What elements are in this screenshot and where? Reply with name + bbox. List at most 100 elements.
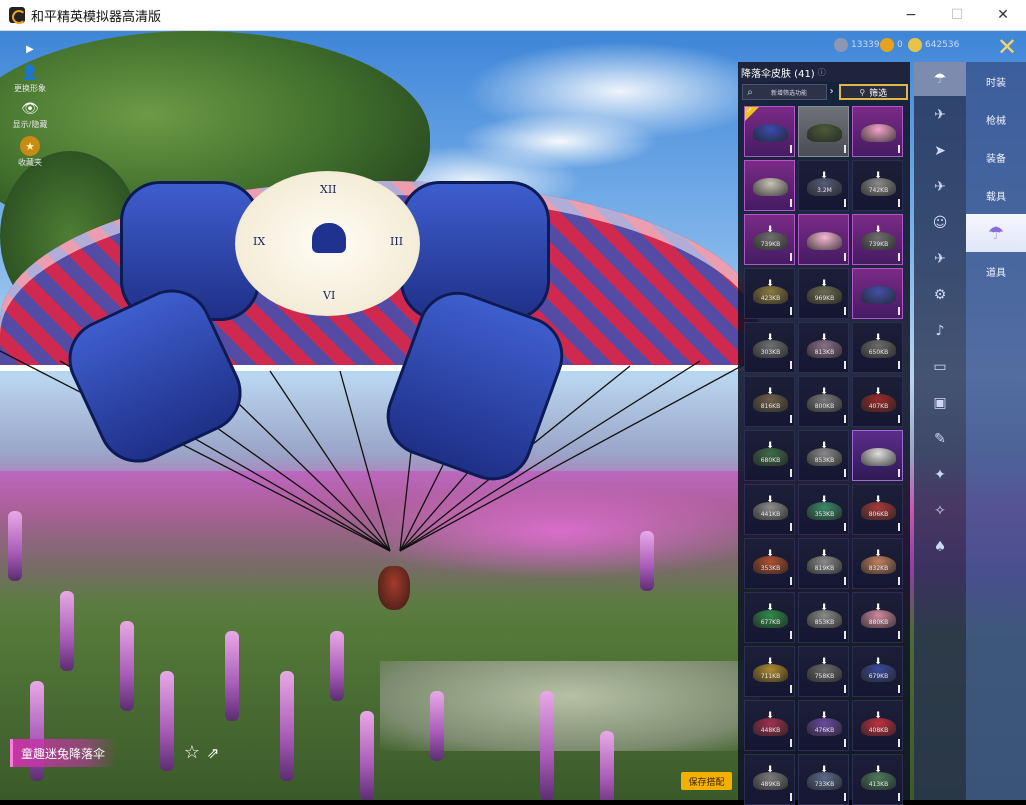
skin-item[interactable]: ⬇ 441KB bbox=[744, 484, 795, 535]
download-size: 650KB bbox=[868, 349, 889, 356]
skin-item[interactable] bbox=[744, 160, 795, 211]
skin-item[interactable]: ⬇ 739KB bbox=[744, 214, 795, 265]
skin-item[interactable]: ⬇ 711KB bbox=[744, 646, 795, 697]
download-icon: ⬇ bbox=[820, 603, 828, 613]
skin-item[interactable]: ⬇ 742KB bbox=[852, 160, 903, 211]
skin-item[interactable]: ⬇ 733KB bbox=[798, 754, 849, 805]
download-size: 407KB bbox=[868, 403, 889, 410]
play-button[interactable]: ▶ bbox=[8, 40, 52, 58]
download-size: 303KB bbox=[760, 349, 781, 356]
rarity-marker bbox=[844, 307, 846, 315]
skin-item[interactable]: ⬇ 800KB bbox=[798, 376, 849, 427]
plane-icon[interactable]: ✈ bbox=[914, 98, 966, 132]
skin-item[interactable]: ⬇ 806KB bbox=[852, 484, 903, 535]
download-icon: ⬇ bbox=[820, 279, 828, 289]
collection-button[interactable]: ★ 收藏夹 bbox=[8, 136, 52, 168]
spray-icon[interactable]: ✎ bbox=[914, 422, 966, 456]
skin-item[interactable]: ⬇ 677KB bbox=[744, 592, 795, 643]
skin-item[interactable] bbox=[798, 106, 849, 157]
info-icon[interactable]: ⓘ bbox=[818, 67, 826, 78]
filter-button[interactable]: ⚲ 筛选 bbox=[838, 84, 909, 100]
skin-item[interactable] bbox=[852, 106, 903, 157]
rarity-marker bbox=[790, 199, 792, 207]
skin-item[interactable]: ⬇ 448KB bbox=[744, 700, 795, 751]
jet-icon[interactable]: ➤ bbox=[914, 134, 966, 168]
download-icon: ⬇ bbox=[820, 549, 828, 559]
skin-item[interactable]: ⬇ 353KB bbox=[744, 538, 795, 589]
skin-item[interactable]: ⬇ 3.2M bbox=[798, 160, 849, 211]
chevron-right-icon[interactable]: › bbox=[827, 84, 837, 100]
download-icon: ⬇ bbox=[874, 333, 882, 343]
maximize-button[interactable]: ☐ bbox=[934, 0, 980, 30]
magic-icon[interactable]: ✧ bbox=[914, 494, 966, 528]
skin-item[interactable]: ⬇ 819KB bbox=[798, 538, 849, 589]
rarity-marker bbox=[898, 415, 900, 423]
hat-icon[interactable]: ♠ bbox=[914, 530, 966, 564]
monitor-icon[interactable]: ▭ bbox=[914, 350, 966, 384]
play-icon: ▶ bbox=[26, 43, 34, 55]
skin-item[interactable]: ⬇ 423KB bbox=[744, 268, 795, 319]
heart-bunny-icon bbox=[312, 223, 346, 253]
search-input[interactable]: ⌕ 新增筛选功能 bbox=[742, 84, 827, 100]
skin-item[interactable]: ⬇ 303KB bbox=[744, 322, 795, 373]
minimize-button[interactable]: − bbox=[888, 0, 934, 30]
skin-item[interactable] bbox=[852, 430, 903, 481]
skin-item[interactable]: ⬇ 969KB bbox=[798, 268, 849, 319]
skin-item[interactable] bbox=[744, 106, 795, 157]
parachute-thumbnail bbox=[753, 178, 788, 196]
change-appearance-button[interactable]: 👤 更换形象 bbox=[8, 64, 52, 94]
close-wardrobe-button[interactable]: ✕ bbox=[992, 34, 1022, 60]
download-size: 476KB bbox=[814, 727, 835, 734]
tab-1[interactable]: 枪械 bbox=[966, 100, 1026, 138]
image-icon[interactable]: ▣ bbox=[914, 386, 966, 420]
skin-item[interactable]: ⬇ 353KB bbox=[798, 484, 849, 535]
skin-item[interactable]: ⬇ 739KB bbox=[852, 214, 903, 265]
show-hide-button[interactable]: 👁 显示/隐藏 bbox=[8, 100, 52, 130]
close-window-button[interactable]: ✕ bbox=[980, 0, 1026, 30]
download-icon: ⬇ bbox=[820, 711, 828, 721]
currency-silver: 13339 bbox=[834, 38, 880, 52]
skin-item[interactable]: ⬇ 816KB bbox=[744, 376, 795, 427]
vehicle-icon[interactable]: ✈ bbox=[914, 242, 966, 276]
skin-item[interactable]: ⬇ 680KB bbox=[744, 430, 795, 481]
skin-item[interactable]: ⬇ 880KB bbox=[852, 592, 903, 643]
tab-3[interactable]: 载具 bbox=[966, 176, 1026, 214]
skin-item[interactable]: ⬇ 407KB bbox=[852, 376, 903, 427]
rarity-marker bbox=[790, 307, 792, 315]
skin-item[interactable] bbox=[798, 214, 849, 265]
currency-gold: 0 bbox=[880, 38, 903, 52]
skin-item[interactable]: ⬇ 832KB bbox=[852, 538, 903, 589]
download-size: 816KB bbox=[760, 403, 781, 410]
save-outfit-button[interactable]: 保存搭配 bbox=[681, 772, 732, 790]
robot-icon[interactable]: ⚙ bbox=[914, 278, 966, 312]
skin-item[interactable]: ⬇ 413KB bbox=[852, 754, 903, 805]
skin-item[interactable]: ⬇ 489KB bbox=[744, 754, 795, 805]
emote-icon[interactable]: ☺ bbox=[914, 206, 966, 240]
sparkle-icon[interactable]: ✦ bbox=[914, 458, 966, 492]
skin-item[interactable]: ⬇ 853KB bbox=[798, 430, 849, 481]
currency-value: 0 bbox=[897, 40, 903, 50]
skin-item[interactable] bbox=[852, 268, 903, 319]
tab-0[interactable]: 时装 bbox=[966, 62, 1026, 100]
download-size: 679KB bbox=[868, 673, 889, 680]
download-size: 880KB bbox=[868, 619, 889, 626]
speaker-icon[interactable]: ♪ bbox=[914, 314, 966, 348]
share-icon[interactable]: ⇗ bbox=[204, 744, 222, 762]
skin-item[interactable]: ⬇ 679KB bbox=[852, 646, 903, 697]
parachute-thumbnail bbox=[807, 232, 842, 250]
skin-item[interactable]: ⬇ 853KB bbox=[798, 592, 849, 643]
tab-2[interactable]: 装备 bbox=[966, 138, 1026, 176]
glider-icon[interactable]: ✈ bbox=[914, 170, 966, 204]
gold-coin-icon bbox=[880, 38, 894, 52]
tab-parachute[interactable]: ☂ bbox=[966, 214, 1026, 252]
favorite-star-icon[interactable]: ☆ bbox=[182, 743, 202, 763]
parachute-icon[interactable]: ☂ bbox=[914, 62, 966, 96]
tab-5[interactable]: 道具 bbox=[966, 252, 1026, 290]
silver-coin-icon bbox=[834, 38, 848, 52]
clock-ornament: XII III VI IX bbox=[235, 171, 420, 316]
skin-item[interactable]: ⬇ 758KB bbox=[798, 646, 849, 697]
skin-item[interactable]: ⬇ 476KB bbox=[798, 700, 849, 751]
skin-item[interactable]: ⬇ 813KB bbox=[798, 322, 849, 373]
skin-item[interactable]: ⬇ 650KB bbox=[852, 322, 903, 373]
skin-item[interactable]: ⬇ 408KB bbox=[852, 700, 903, 751]
